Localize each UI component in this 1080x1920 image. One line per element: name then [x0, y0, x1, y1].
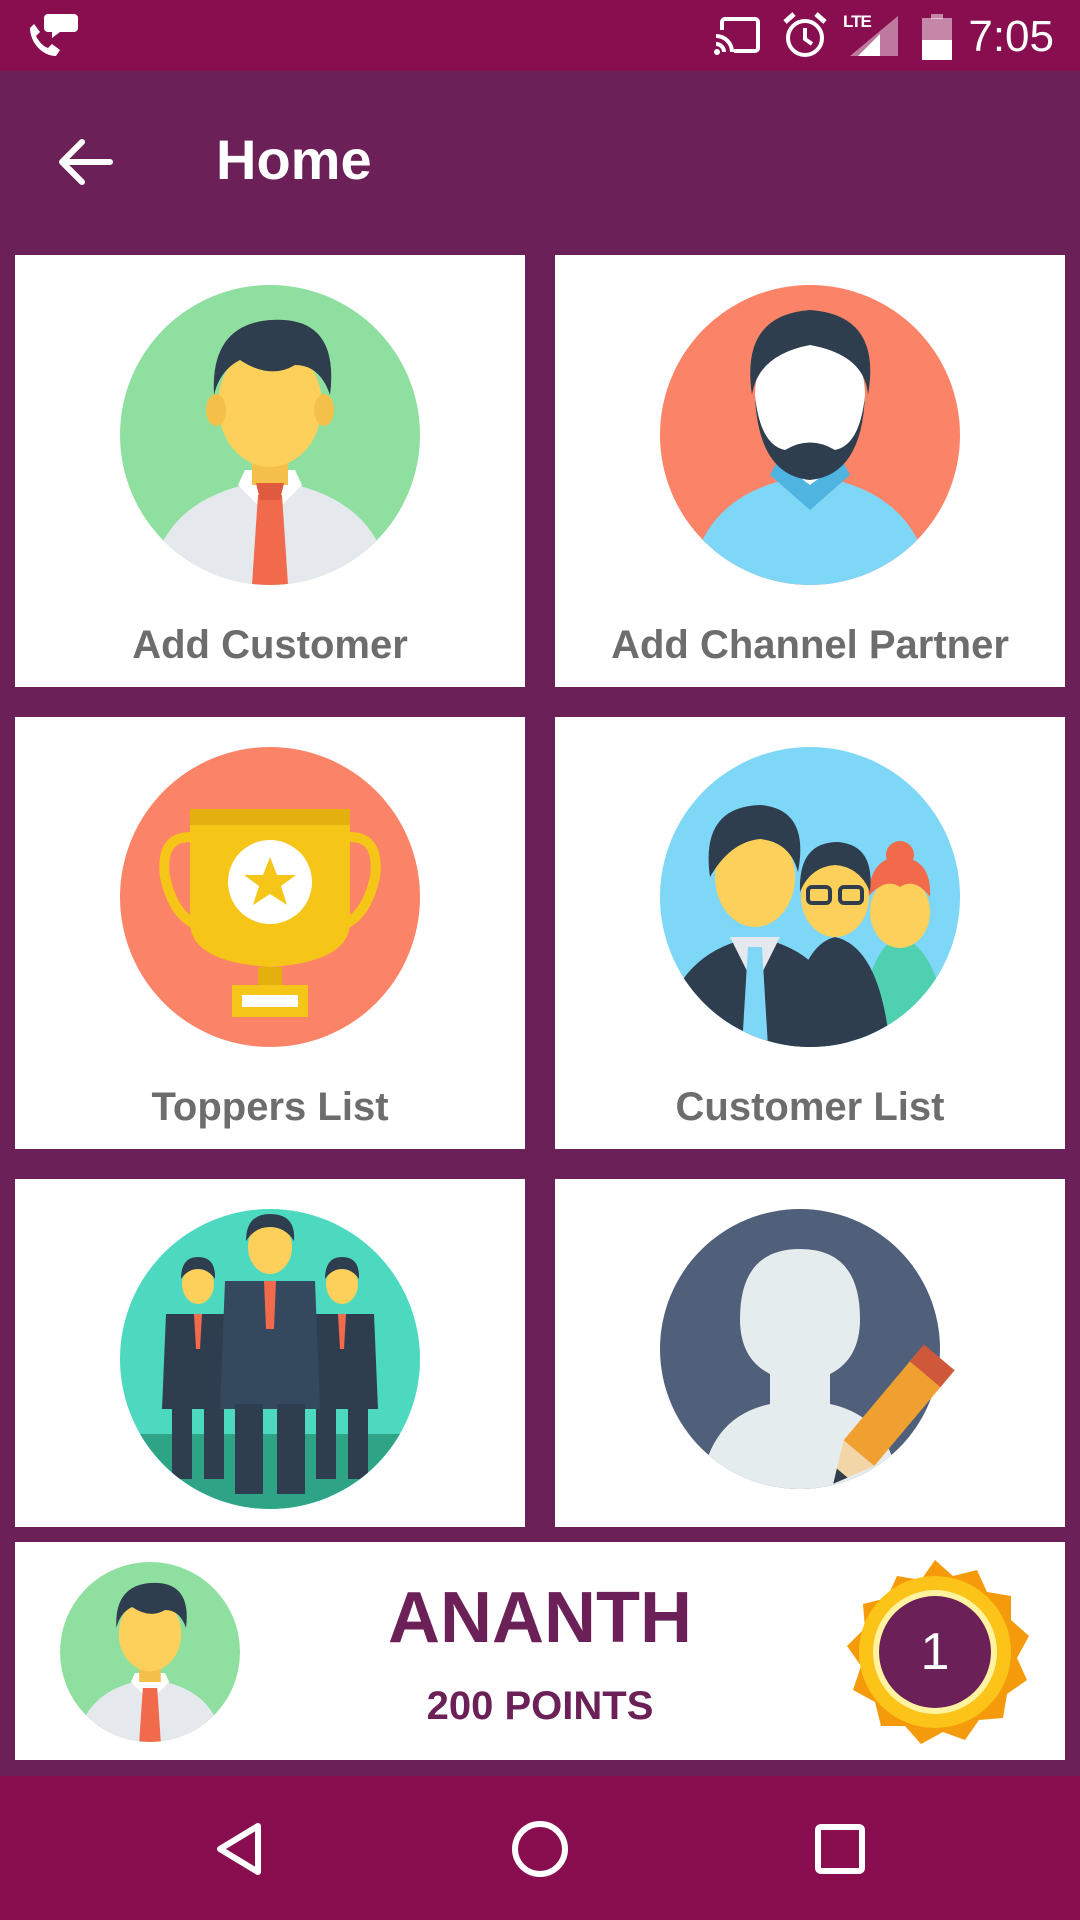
cast-icon [714, 17, 760, 56]
nav-home-icon[interactable] [505, 1814, 575, 1884]
edit-profile-card[interactable] [555, 1179, 1065, 1527]
alarm-icon [783, 12, 827, 57]
customer-list-card[interactable]: Customer List [555, 717, 1065, 1149]
page-title: Home [216, 128, 372, 191]
edit-profile-icon [660, 1209, 955, 1489]
nav-back-icon[interactable] [206, 1814, 276, 1884]
bearded-man-avatar-icon [660, 285, 960, 585]
team-businessmen-icon [120, 1209, 420, 1509]
add-customer-label: Add Customer [132, 623, 408, 667]
add-channel-partner-label: Add Channel Partner [611, 623, 1009, 667]
navigation-bar [0, 1776, 1080, 1920]
add-channel-partner-card[interactable]: Add Channel Partner [555, 255, 1065, 687]
battery-icon [922, 14, 952, 60]
toppers-list-card[interactable]: Toppers List [15, 717, 525, 1149]
toppers-list-label: Toppers List [151, 1085, 389, 1129]
add-customer-card[interactable]: Add Customer [15, 255, 525, 687]
people-group-icon [660, 747, 960, 1047]
signal-icon [850, 16, 898, 56]
chat-phone-icon [30, 14, 78, 56]
clock: 7:05 [968, 12, 1054, 61]
arrow-back-icon[interactable] [50, 127, 120, 197]
app-bar: Home [0, 71, 1080, 250]
customer-list-label: Customer List [675, 1085, 945, 1129]
businessman-avatar-icon [120, 285, 420, 585]
rank-number: 1 [920, 1623, 950, 1681]
trophy-icon [120, 747, 420, 1047]
nav-recent-icon[interactable] [805, 1814, 875, 1884]
status-bar: LTE 7:05 [0, 0, 1080, 71]
team-card[interactable] [15, 1179, 525, 1527]
user-summary-card: ANANTH 200 POINTS 1 [15, 1542, 1065, 1760]
